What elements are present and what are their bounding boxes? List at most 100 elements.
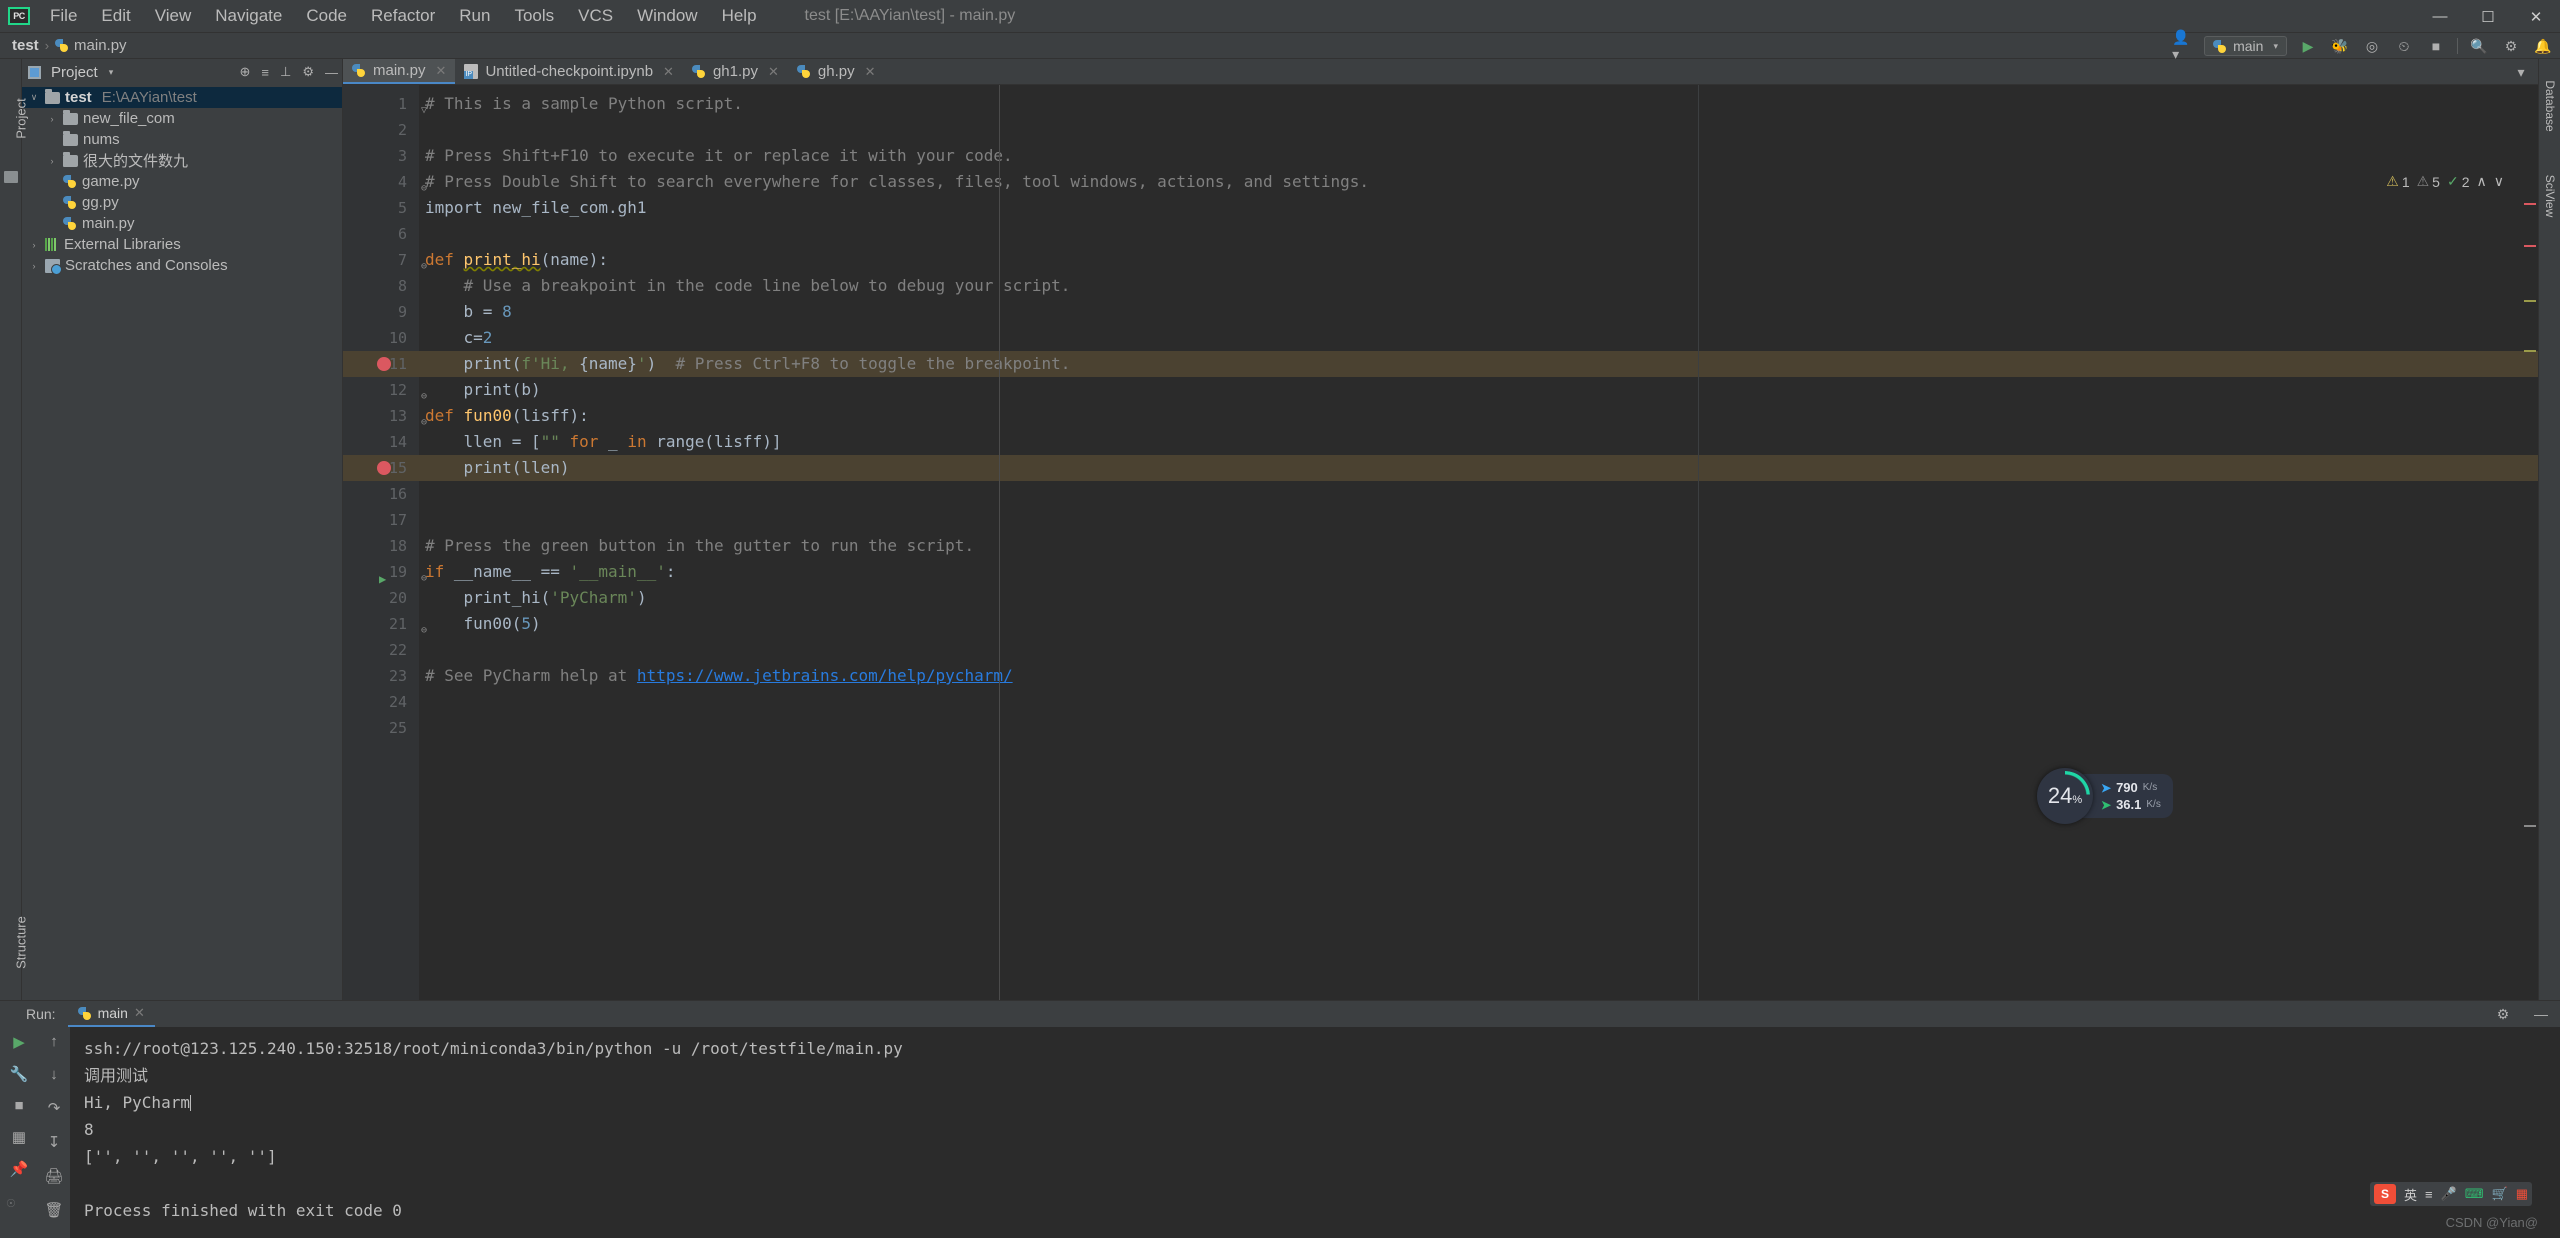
- tool-tab-project[interactable]: Project: [14, 84, 29, 154]
- inspection-widget[interactable]: ⚠ 1 ⚠ 5 ✓ 2 ∧ ∨: [2386, 173, 2504, 190]
- stop-icon[interactable]: ■: [14, 1097, 23, 1114]
- gutter-line-7[interactable]: 7 ⊖: [343, 247, 427, 273]
- editor-tab-gh1-py[interactable]: gh1.py ✕: [683, 59, 788, 84]
- gutter-line-24[interactable]: 24: [343, 689, 419, 715]
- ime-tray[interactable]: S 英 ≡ 🎤 ⌨ 🛒 ▦: [2369, 1182, 2532, 1206]
- gutter-line-10[interactable]: 10: [343, 325, 419, 351]
- debug-icon[interactable]: 🐝: [2329, 36, 2351, 56]
- keyboard-icon[interactable]: ⌨: [2465, 1186, 2484, 1202]
- run-button[interactable]: ▶: [2297, 36, 2319, 56]
- breakpoint-icon[interactable]: [377, 461, 391, 475]
- pin-icon[interactable]: 📌: [10, 1160, 29, 1178]
- scroll-up-icon[interactable]: ↑: [50, 1033, 58, 1050]
- editor-code[interactable]: # This is a sample Python script. # Pres…: [419, 85, 2538, 1000]
- gutter-line-4[interactable]: 4 ⊖: [343, 169, 427, 195]
- code-line-9[interactable]: b = 8: [419, 299, 2538, 325]
- gutter-line-23[interactable]: 23: [343, 663, 419, 689]
- chevron-right-icon[interactable]: ›: [46, 114, 58, 124]
- menu-item-run[interactable]: Run: [447, 2, 502, 30]
- tree-item-new-file-com[interactable]: › new_file_com: [22, 108, 342, 129]
- code-line-6[interactable]: [419, 221, 2538, 247]
- run-configuration-selector[interactable]: main ▾: [2204, 36, 2287, 56]
- editor-tab-gh-py[interactable]: gh.py ✕: [788, 59, 885, 84]
- code-line-23[interactable]: # See PyCharm help at https://www.jetbra…: [419, 663, 2538, 689]
- gutter-line-19[interactable]: 19 ▶ ⊖: [343, 559, 427, 586]
- soft-wrap-icon[interactable]: ↷: [48, 1099, 61, 1117]
- code-line-11[interactable]: print(f'Hi, {name}') # Press Ctrl+F8 to …: [419, 351, 2538, 377]
- close-button[interactable]: ✕: [2512, 0, 2560, 33]
- network-speed-widget[interactable]: 24% ➤ 790 K/s ➤ 36.1 K/s: [2037, 768, 2173, 824]
- next-problem-icon[interactable]: ∨: [2494, 173, 2504, 190]
- gutter-line-25[interactable]: 25: [343, 715, 419, 741]
- settings-wrench-icon[interactable]: 🔧: [10, 1065, 29, 1083]
- breakpoint-icon[interactable]: [377, 357, 391, 371]
- folder-icon[interactable]: [4, 171, 18, 183]
- collapse-all-icon[interactable]: ⊥: [280, 64, 291, 80]
- layout-icon[interactable]: ▦: [12, 1128, 26, 1146]
- code-line-21[interactable]: fun00(5): [419, 611, 2538, 637]
- chevron-down-icon[interactable]: ∨: [28, 92, 40, 103]
- gutter-line-3[interactable]: 3: [343, 143, 419, 169]
- stop-icon[interactable]: ■: [2425, 36, 2447, 56]
- gutter-line-9[interactable]: 9: [343, 299, 419, 325]
- chevron-right-icon[interactable]: ›: [28, 261, 40, 271]
- tool-tab-sciview[interactable]: SciView: [2543, 157, 2557, 235]
- gutter-line-2[interactable]: 2: [343, 117, 419, 143]
- prev-problem-icon[interactable]: ∧: [2477, 173, 2487, 190]
- close-icon[interactable]: ✕: [436, 63, 447, 79]
- gutter-line-15[interactable]: 15⊖: [343, 455, 427, 481]
- code-line-3[interactable]: # Press Shift+F10 to execute it or repla…: [419, 143, 2538, 169]
- more-tabs-icon[interactable]: ▾: [2510, 62, 2532, 82]
- gutter-line-20[interactable]: 20: [343, 585, 419, 611]
- scroll-down-icon[interactable]: ↓: [50, 1066, 58, 1083]
- code-line-18[interactable]: # Press the green button in the gutter t…: [419, 533, 2538, 559]
- gutter-line-12[interactable]: 12 ⊖: [343, 377, 427, 403]
- cart-icon[interactable]: 🛒: [2492, 1186, 2508, 1202]
- sogou-logo-icon[interactable]: S: [2373, 1184, 2396, 1204]
- menu-item-window[interactable]: Window: [625, 2, 709, 30]
- tree-item-game-py[interactable]: game.py: [22, 171, 342, 192]
- tool-tab-database[interactable]: Database: [2543, 73, 2557, 139]
- gutter-line-13[interactable]: 13 ⊖: [343, 403, 427, 429]
- person-icon[interactable]: 👤▾: [2172, 29, 2194, 62]
- gear-icon[interactable]: ⚙: [2500, 36, 2522, 56]
- menu-item-file[interactable]: File: [38, 2, 89, 30]
- gutter-line-22[interactable]: 22: [343, 637, 419, 663]
- code-line-2[interactable]: [419, 117, 2538, 143]
- scroll-to-end-icon[interactable]: ↧: [48, 1133, 61, 1151]
- menu-item-code[interactable]: Code: [294, 2, 359, 30]
- close-icon[interactable]: ✕: [663, 64, 674, 80]
- code-line-16[interactable]: [419, 481, 2538, 507]
- gutter-line-18[interactable]: 18: [343, 533, 419, 559]
- tree-item-[interactable]: › 很大的文件数九: [22, 150, 342, 171]
- code-line-17[interactable]: [419, 507, 2538, 533]
- close-icon[interactable]: ✕: [134, 1005, 145, 1021]
- code-line-8[interactable]: # Use a breakpoint in the code line belo…: [419, 273, 2538, 299]
- minimize-icon[interactable]: —: [2530, 1004, 2552, 1024]
- tree-item-external-libraries[interactable]: › External Libraries: [22, 234, 342, 255]
- gutter-line-16[interactable]: 16: [343, 481, 419, 507]
- ime-menu-icon[interactable]: ≡: [2425, 1187, 2433, 1202]
- chevron-right-icon[interactable]: ›: [28, 240, 40, 250]
- tree-item-nums[interactable]: nums: [22, 129, 342, 150]
- code-line-10[interactable]: c=2: [419, 325, 2538, 351]
- close-icon[interactable]: ✕: [768, 64, 779, 80]
- gutter-line-5[interactable]: 5: [343, 195, 419, 221]
- code-line-14[interactable]: llen = ["" for _ in range(lisff)]: [419, 429, 2538, 455]
- code-line-1[interactable]: # This is a sample Python script.: [419, 91, 2538, 117]
- code-line-19[interactable]: if __name__ == '__main__':: [419, 559, 2538, 585]
- grid-icon[interactable]: ▦: [2516, 1186, 2528, 1202]
- code-line-22[interactable]: [419, 637, 2538, 663]
- tree-item-scratches-and-consoles[interactable]: › Scratches and Consoles: [22, 255, 342, 276]
- code-line-12[interactable]: print(b): [419, 377, 2538, 403]
- gutter-line-11[interactable]: 11: [343, 351, 419, 377]
- code-line-13[interactable]: def fun00(lisff):: [419, 403, 2538, 429]
- gutter-line-1[interactable]: 1 ▽: [343, 91, 427, 117]
- gutter-line-21[interactable]: 21 ⊖: [343, 611, 427, 637]
- menu-item-help[interactable]: Help: [710, 2, 769, 30]
- menu-item-edit[interactable]: Edit: [89, 2, 142, 30]
- gutter-line-17[interactable]: 17: [343, 507, 419, 533]
- search-icon[interactable]: 🔍: [2468, 36, 2490, 56]
- gear-icon[interactable]: ⚙: [302, 64, 314, 80]
- breadcrumb-project[interactable]: test: [12, 37, 39, 54]
